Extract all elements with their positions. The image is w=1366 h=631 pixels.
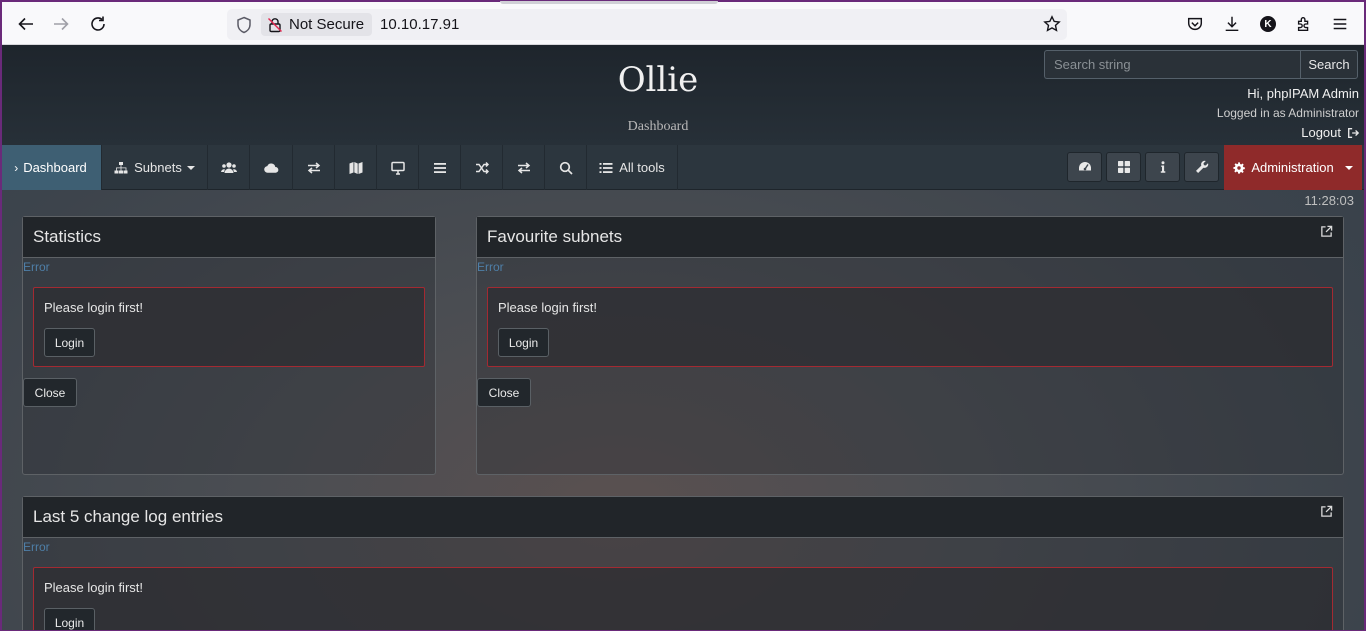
external-link-icon[interactable] bbox=[1320, 505, 1333, 518]
main-menu: › Dashboard Subnets All tools Administra… bbox=[0, 145, 1366, 190]
sitemap-icon bbox=[114, 161, 128, 173]
security-indicator[interactable]: Not Secure bbox=[261, 13, 373, 36]
url-text[interactable]: 10.10.17.91 bbox=[380, 16, 459, 33]
menu-subnets-label: Subnets bbox=[134, 160, 182, 175]
widget-title: Favourite subnets bbox=[487, 227, 623, 246]
changelog-widget: Last 5 change log entries Error Please l… bbox=[22, 496, 1344, 631]
menu-users[interactable] bbox=[208, 145, 250, 190]
logout-link[interactable]: Logout bbox=[1217, 125, 1359, 140]
wrench-icon bbox=[1195, 160, 1208, 173]
menu-all-tools[interactable]: All tools bbox=[587, 145, 678, 190]
bookmark-star-icon[interactable] bbox=[1043, 15, 1061, 33]
caret-down-icon bbox=[186, 165, 195, 170]
logged-in-as: Logged in as Administrator bbox=[1216, 106, 1359, 120]
widget-title: Statistics bbox=[23, 217, 435, 258]
sign-out-icon bbox=[1348, 127, 1359, 138]
close-button[interactable]: Close bbox=[23, 378, 77, 407]
extensions-icon[interactable] bbox=[1294, 14, 1314, 34]
th-large-icon bbox=[1117, 161, 1130, 173]
menu-list[interactable] bbox=[419, 145, 461, 190]
security-label: Not Secure bbox=[289, 16, 365, 33]
reload-icon bbox=[91, 16, 105, 31]
chevron-right-icon: › bbox=[14, 160, 19, 175]
info-icon bbox=[1160, 161, 1165, 173]
menu-map[interactable] bbox=[335, 145, 377, 190]
favourite-subnets-widget: Favourite subnets Error Please login fir… bbox=[476, 216, 1344, 475]
statistics-widget: Statistics Error Please login first! Log… bbox=[22, 216, 436, 475]
menu-icon[interactable] bbox=[1330, 14, 1350, 34]
exchange-icon bbox=[307, 161, 320, 174]
error-label: Error bbox=[23, 260, 50, 274]
administration-label: Administration bbox=[1251, 160, 1334, 175]
menu-dashboard[interactable]: › Dashboard bbox=[0, 145, 102, 190]
profile-initial: K bbox=[1260, 16, 1276, 32]
desktop-icon bbox=[390, 161, 405, 175]
search-form: Search bbox=[1044, 50, 1358, 79]
menu-dashboard-label: Dashboard bbox=[23, 160, 87, 175]
reload-button[interactable] bbox=[83, 10, 113, 38]
info-tool-button[interactable] bbox=[1145, 152, 1180, 182]
menu-exchange[interactable] bbox=[293, 145, 335, 190]
caret-down-icon bbox=[1344, 165, 1353, 170]
insecure-lock-icon bbox=[268, 17, 282, 32]
widget-header: Favourite subnets bbox=[477, 217, 1343, 258]
user-greeting: Hi, phpIPAM Admin bbox=[1247, 86, 1359, 101]
logout-label: Logout bbox=[1301, 125, 1341, 140]
address-bar[interactable]: Not Secure 10.10.17.91 bbox=[227, 9, 1067, 40]
alert-message: Please login first! bbox=[44, 580, 143, 595]
random-icon bbox=[475, 161, 489, 174]
error-label: Error bbox=[477, 260, 504, 274]
list-ul-icon bbox=[599, 162, 613, 173]
site-header: Ollie Dashboard Search Hi, phpIPAM Admin… bbox=[0, 45, 1366, 145]
external-link-icon[interactable] bbox=[1320, 225, 1333, 238]
widget-title: Last 5 change log entries bbox=[33, 507, 223, 526]
menu-random[interactable] bbox=[461, 145, 503, 190]
map-icon bbox=[349, 161, 362, 174]
browser-toolbar: Not Secure 10.10.17.91 K bbox=[0, 0, 1366, 45]
login-alert: Please login first! Login bbox=[33, 567, 1333, 631]
gear-icon bbox=[1233, 161, 1246, 174]
exchange-alt-icon bbox=[517, 161, 530, 174]
list-icon bbox=[433, 162, 446, 173]
shield-icon[interactable] bbox=[235, 16, 253, 34]
dashboard-tool-button[interactable] bbox=[1067, 152, 1102, 182]
tab-indicator bbox=[500, 1, 718, 4]
login-button[interactable]: Login bbox=[44, 608, 95, 631]
users-icon bbox=[220, 161, 237, 173]
site-subtitle: Dashboard bbox=[627, 119, 689, 134]
alert-message: Please login first! bbox=[498, 300, 597, 315]
administration-menu[interactable]: Administration bbox=[1224, 145, 1362, 190]
menu-devices[interactable] bbox=[377, 145, 419, 190]
tachometer-icon bbox=[1078, 162, 1091, 171]
menu-search[interactable] bbox=[545, 145, 587, 190]
pocket-icon[interactable] bbox=[1185, 14, 1205, 34]
widget-header: Last 5 change log entries bbox=[23, 497, 1343, 538]
login-button[interactable]: Login bbox=[498, 328, 549, 357]
forward-button[interactable] bbox=[46, 10, 76, 38]
cloud-icon bbox=[263, 163, 278, 173]
menu-all-tools-label: All tools bbox=[619, 160, 665, 175]
alert-message: Please login first! bbox=[44, 300, 143, 315]
search-input[interactable] bbox=[1044, 50, 1300, 79]
user-info: Hi, phpIPAM Admin Logged in as Administr… bbox=[1217, 86, 1359, 140]
menu-cloud[interactable] bbox=[250, 145, 293, 190]
login-button[interactable]: Login bbox=[44, 328, 95, 357]
error-label: Error bbox=[23, 540, 50, 554]
menu-exchange-alt[interactable] bbox=[503, 145, 545, 190]
settings-tool-button[interactable] bbox=[1184, 152, 1219, 182]
search-icon bbox=[559, 161, 573, 175]
arrow-left-icon bbox=[18, 17, 33, 31]
clock: 11:28:03 bbox=[1304, 193, 1354, 208]
page-content: Ollie Dashboard Search Hi, phpIPAM Admin… bbox=[0, 45, 1366, 631]
arrow-right-icon bbox=[54, 17, 69, 31]
account-avatar[interactable]: K bbox=[1258, 14, 1278, 34]
downloads-icon[interactable] bbox=[1222, 14, 1242, 34]
search-button[interactable]: Search bbox=[1300, 50, 1358, 79]
widgets-tool-button[interactable] bbox=[1106, 152, 1141, 182]
login-alert: Please login first! Login bbox=[487, 287, 1333, 367]
menu-subnets[interactable]: Subnets bbox=[102, 145, 208, 190]
close-button[interactable]: Close bbox=[477, 378, 531, 407]
back-button[interactable] bbox=[11, 10, 41, 38]
login-alert: Please login first! Login bbox=[33, 287, 425, 367]
